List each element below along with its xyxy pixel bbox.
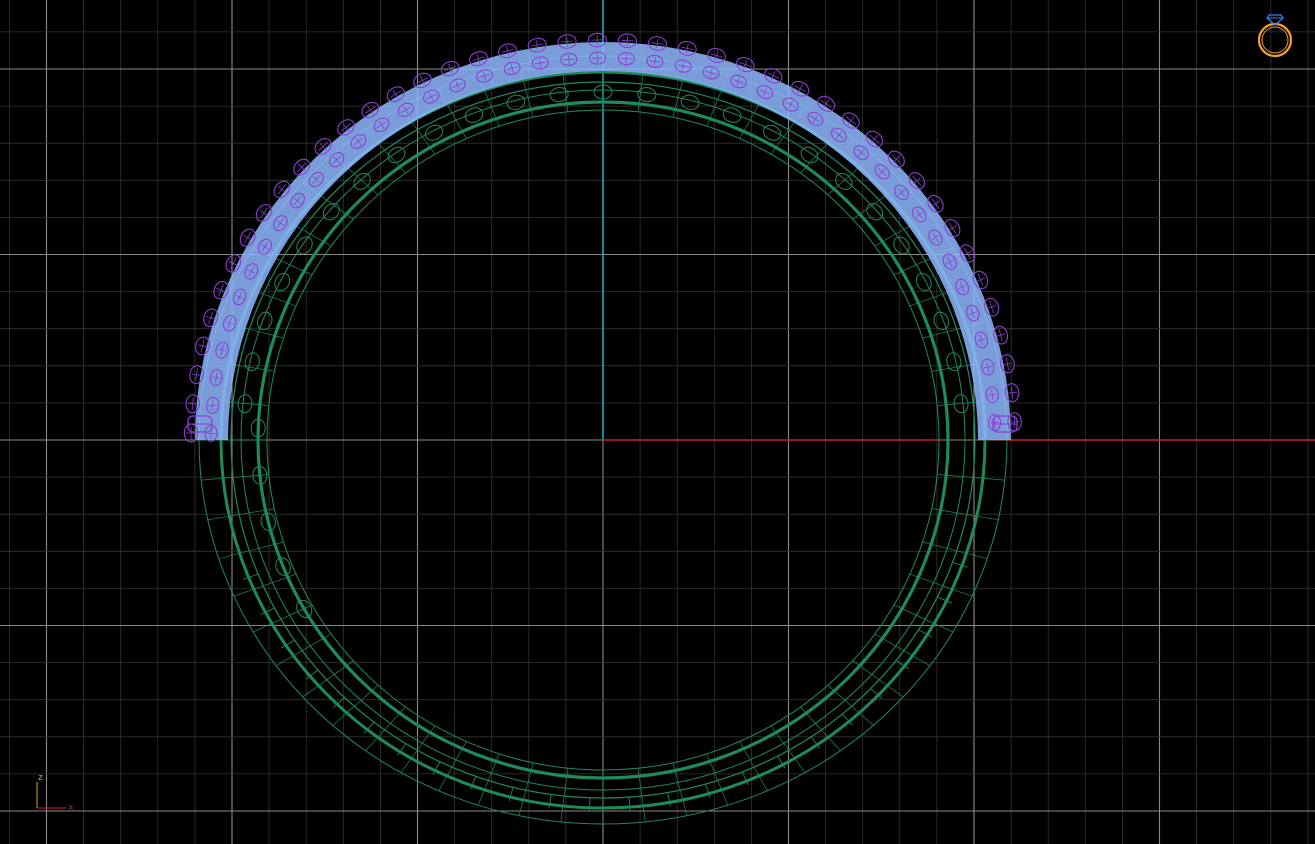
band-wire-segment bbox=[302, 660, 354, 698]
stone-seat bbox=[274, 272, 291, 292]
band-wire-segment bbox=[628, 797, 631, 812]
view-cube-ring-inner bbox=[1261, 26, 1289, 54]
viewport-canvas[interactable]: z x bbox=[0, 0, 1315, 844]
band-wire-segment bbox=[548, 794, 552, 809]
band-wire-segment bbox=[952, 562, 968, 568]
band-wire-segment bbox=[589, 797, 591, 812]
band-wire-segment bbox=[874, 633, 931, 667]
band-wire-segment bbox=[477, 753, 500, 806]
tripod-z-label: z bbox=[38, 773, 43, 783]
3d-viewport[interactable]: z x bbox=[0, 0, 1315, 844]
band-wire-segment bbox=[233, 573, 297, 597]
view-cube-ring bbox=[1257, 22, 1293, 58]
band-wire-segment bbox=[667, 792, 671, 807]
axis-tripod: z x bbox=[36, 773, 74, 813]
band-wire-segment bbox=[275, 633, 332, 667]
tripod-x-label: x bbox=[68, 803, 74, 813]
stone-seat bbox=[915, 272, 932, 292]
band-wire-segment bbox=[909, 573, 973, 597]
pave-stone[interactable] bbox=[183, 423, 199, 443]
band-wire-segment bbox=[852, 660, 904, 698]
ring-icon[interactable] bbox=[1257, 14, 1293, 58]
